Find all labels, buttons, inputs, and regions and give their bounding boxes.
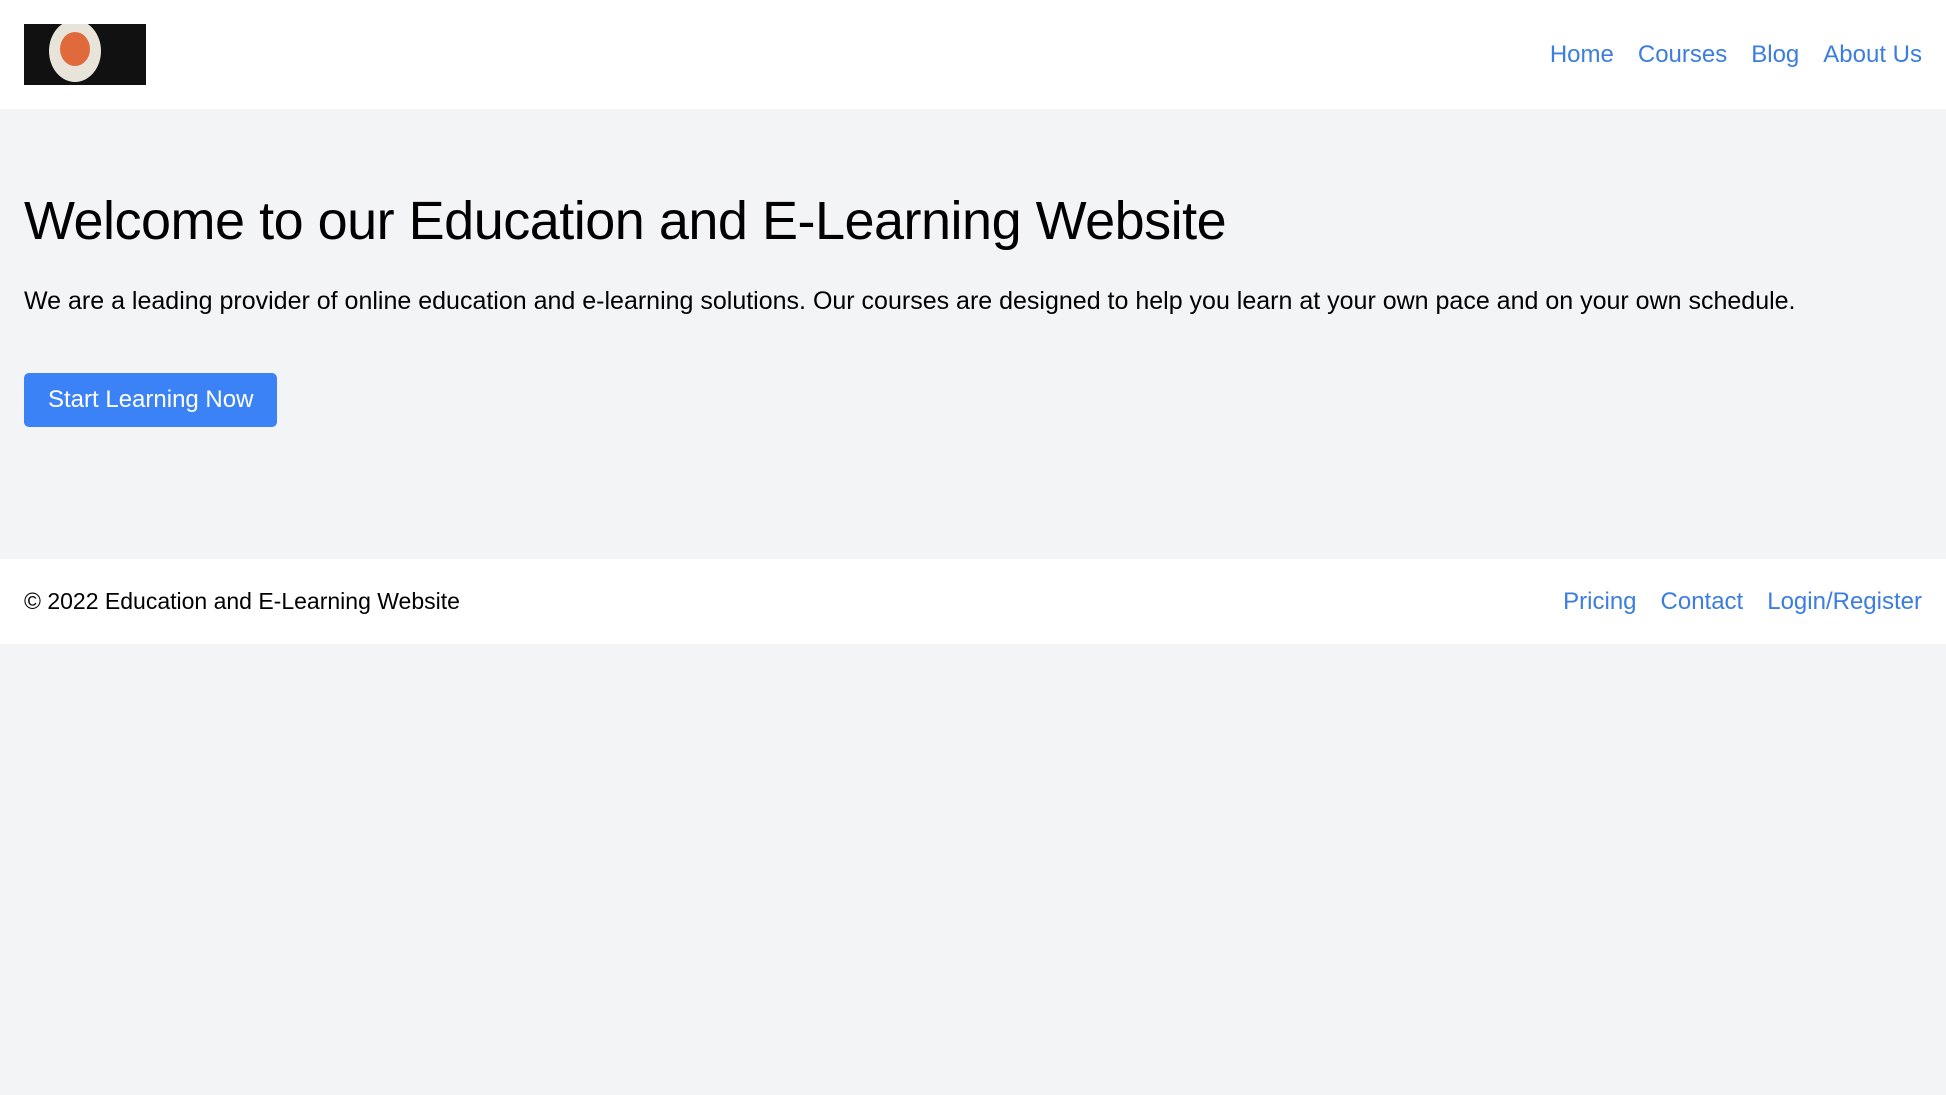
nav-courses[interactable]: Courses	[1638, 41, 1727, 68]
footer-link-contact[interactable]: Contact	[1661, 588, 1744, 615]
main-nav: Home Courses Blog About Us	[1526, 41, 1922, 69]
footer-links: Pricing Contact Login/Register	[1539, 588, 1922, 616]
hero-description: We are a leading provider of online educ…	[24, 287, 1796, 315]
nav-home[interactable]: Home	[1550, 41, 1614, 68]
logo[interactable]	[24, 24, 146, 85]
page-title: Welcome to our Education and E-Learning …	[24, 191, 1227, 251]
copyright: © 2022 Education and E-Learning Website	[24, 588, 460, 614]
start-learning-button[interactable]: Start Learning Now	[24, 373, 278, 427]
hero-section: Welcome to our Education and E-Learning …	[0, 109, 1946, 559]
nav-about-us[interactable]: About Us	[1823, 41, 1922, 68]
site-footer: © 2022 Education and E-Learning Website …	[0, 559, 1946, 644]
footer-link-pricing[interactable]: Pricing	[1563, 588, 1636, 615]
site-header: Home Courses Blog About Us	[0, 0, 1946, 109]
nav-blog[interactable]: Blog	[1751, 41, 1799, 68]
footer-link-login-register[interactable]: Login/Register	[1767, 588, 1922, 615]
logo-dot	[60, 32, 90, 66]
